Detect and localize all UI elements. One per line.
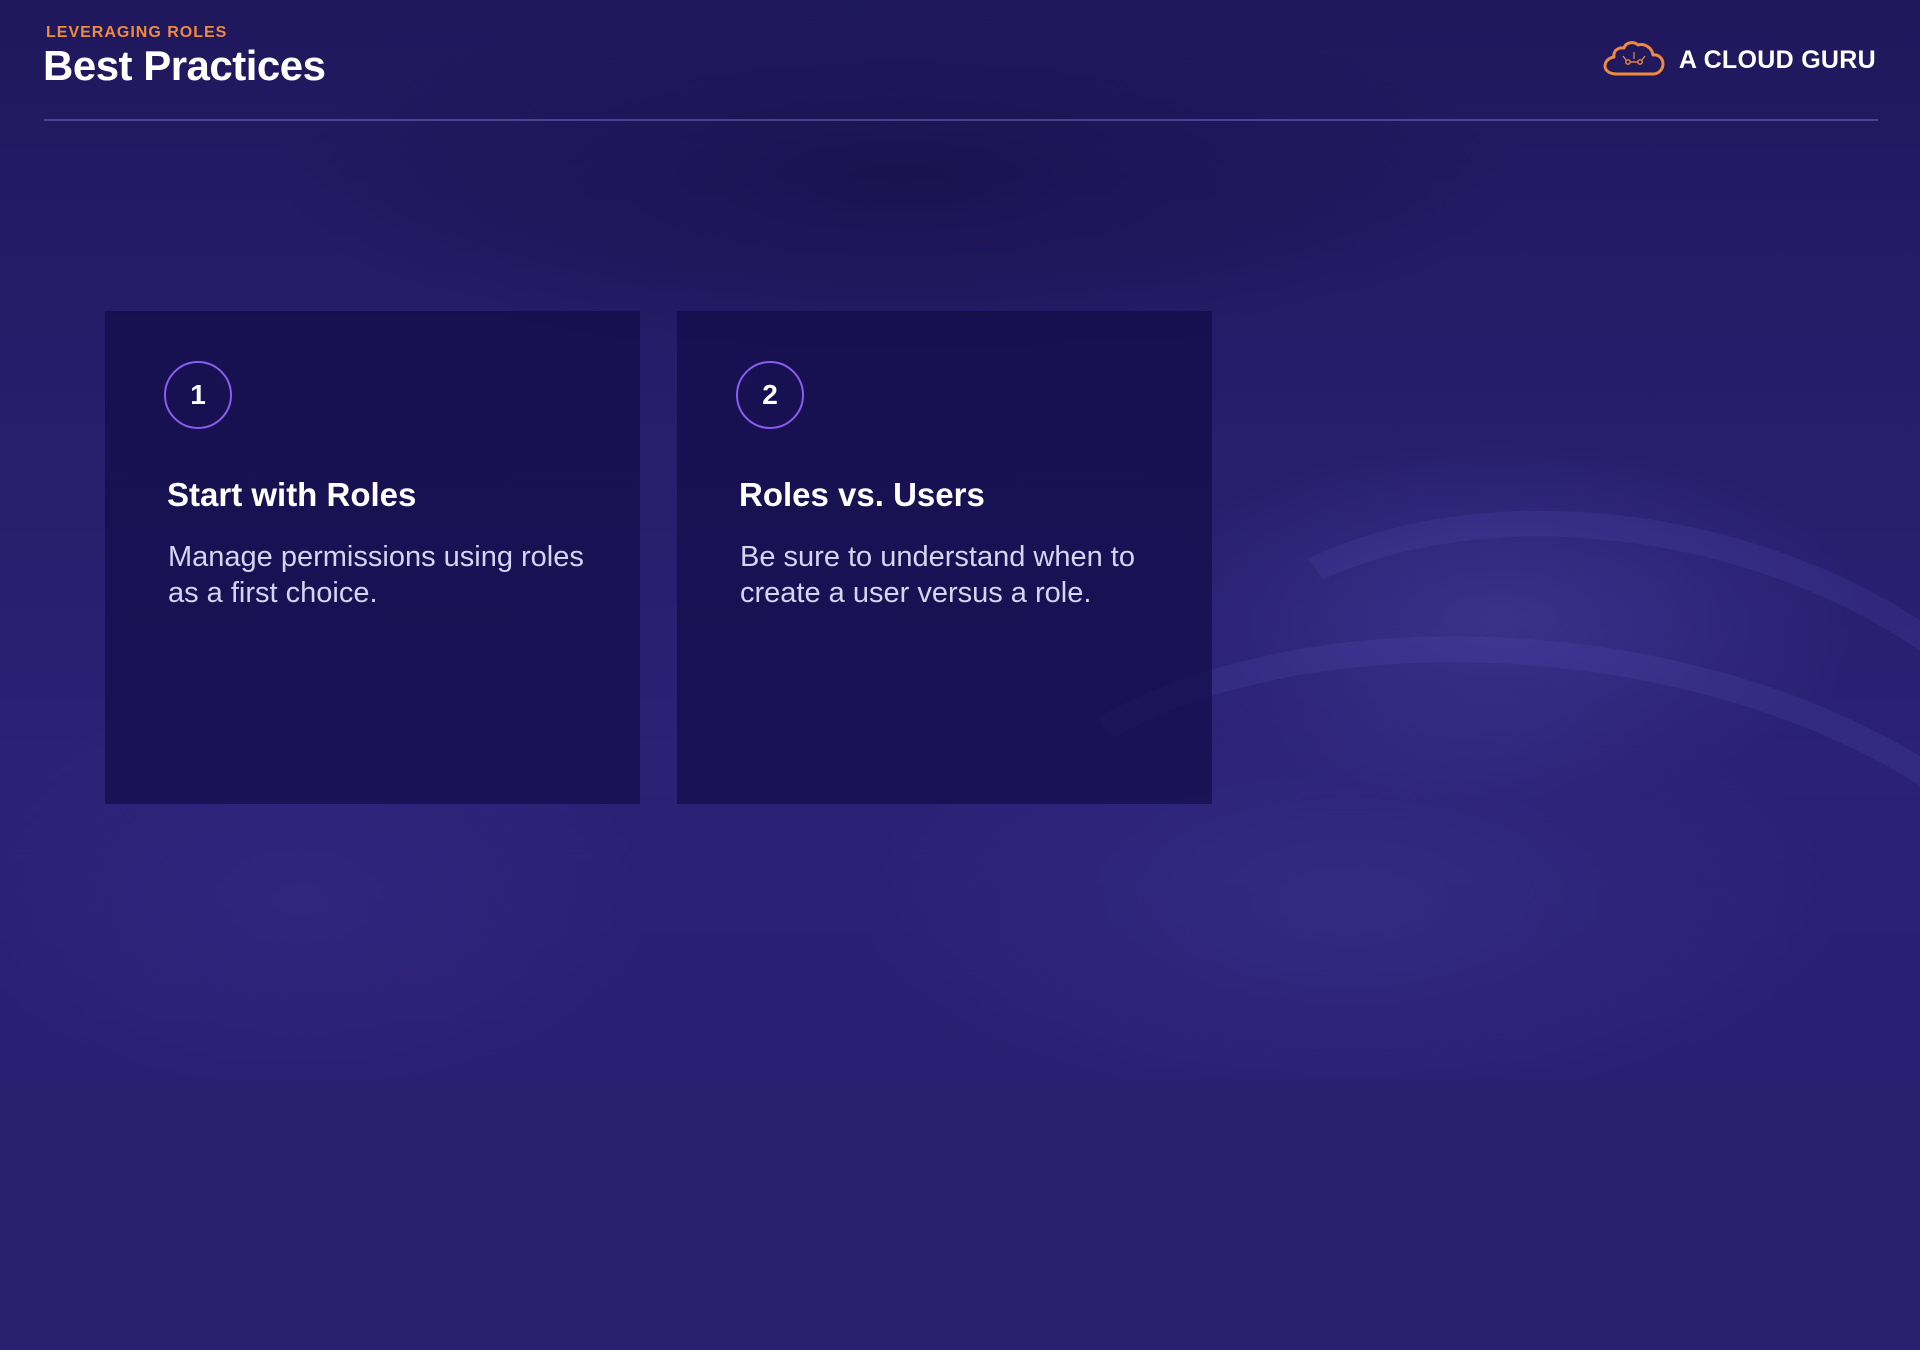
practice-card: 1 Start with Roles Manage permissions us… <box>105 311 640 804</box>
cloud-icon <box>1603 41 1665 76</box>
practice-card: 2 Roles vs. Users Be sure to understand … <box>677 311 1212 804</box>
brand-name: A CLOUD GURU <box>1678 45 1876 74</box>
card-title: Roles vs. Users <box>739 476 985 513</box>
step-number-badge: 2 <box>736 361 804 429</box>
slide-title: Best Practices <box>43 42 326 89</box>
header-divider <box>44 119 1878 121</box>
section-kicker: LEVERAGING ROLES <box>46 24 228 41</box>
card-title: Start with Roles <box>167 476 417 513</box>
step-number-badge: 1 <box>164 361 232 429</box>
card-description: Be sure to understand when to create a u… <box>740 541 1135 609</box>
brand-logo: A CLOUD GURU <box>1603 38 1876 82</box>
card-description: Manage permissions using roles as a firs… <box>168 541 584 609</box>
